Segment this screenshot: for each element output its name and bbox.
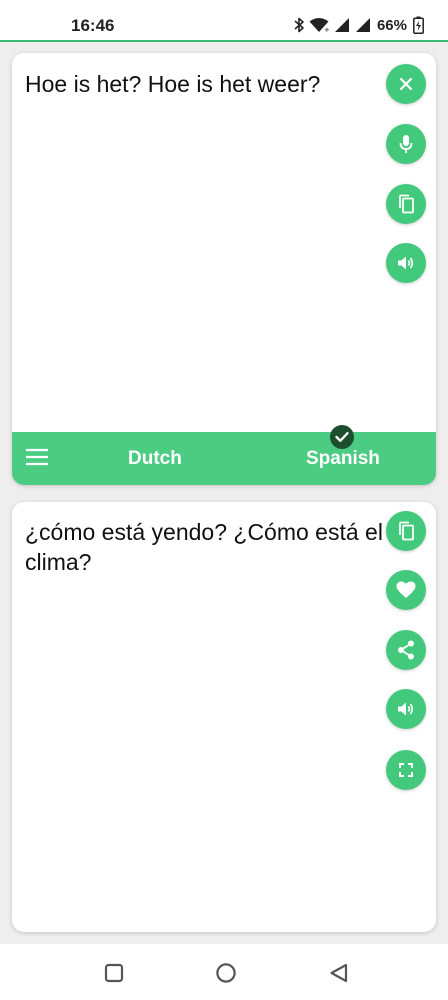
- battery-icon: [413, 16, 424, 34]
- clear-icon: [399, 77, 413, 91]
- wifi-icon: +: [309, 18, 329, 33]
- signal-icon-2: [355, 18, 370, 32]
- status-bar: 16:46 + 66%: [0, 0, 448, 40]
- back-triangle-icon[interactable]: [328, 962, 350, 984]
- system-nav-bar: [0, 944, 448, 1000]
- target-language-button[interactable]: Spanish: [306, 448, 380, 470]
- share-button[interactable]: [386, 630, 426, 670]
- microphone-icon: [399, 135, 413, 153]
- source-language-button[interactable]: Dutch: [128, 448, 182, 470]
- source-panel: Hoe is het? Hoe is het weer? Dutch Spani…: [12, 53, 436, 485]
- recents-square-icon[interactable]: [104, 963, 124, 983]
- clear-button[interactable]: [386, 64, 426, 104]
- bluetooth-icon: [294, 17, 304, 33]
- copy-icon: [399, 521, 414, 541]
- selected-language-badge: [330, 425, 354, 449]
- copy-icon: [399, 194, 414, 214]
- home-circle-icon[interactable]: [215, 962, 237, 984]
- signal-icon: [334, 18, 349, 32]
- target-text: ¿cómo está yendo? ¿Cómo está el clima?: [25, 519, 383, 575]
- copy-target-button[interactable]: [386, 511, 426, 551]
- battery-percent: 66%: [376, 16, 407, 34]
- speak-source-button[interactable]: [386, 243, 426, 283]
- check-icon: [335, 432, 349, 442]
- target-panel: ¿cómo está yendo? ¿Cómo está el clima?: [12, 502, 436, 932]
- source-text[interactable]: Hoe is het? Hoe is het weer?: [25, 69, 385, 99]
- copy-source-button[interactable]: [386, 184, 426, 224]
- status-icons: + 66%: [293, 14, 424, 36]
- language-bar: Dutch Spanish: [12, 425, 436, 485]
- status-time: 16:46: [71, 16, 115, 35]
- fullscreen-icon: [399, 763, 413, 777]
- speaker-icon: [398, 702, 414, 716]
- microphone-button[interactable]: [386, 124, 426, 164]
- heart-icon: [396, 581, 416, 598]
- svg-text:+: +: [324, 26, 329, 33]
- hamburger-menu-icon[interactable]: [25, 447, 49, 467]
- header-accent-line: [0, 40, 448, 42]
- favorite-button[interactable]: [386, 570, 426, 610]
- share-icon: [398, 640, 414, 660]
- speak-target-button[interactable]: [386, 689, 426, 729]
- fullscreen-button[interactable]: [386, 750, 426, 790]
- speaker-icon: [398, 256, 414, 270]
